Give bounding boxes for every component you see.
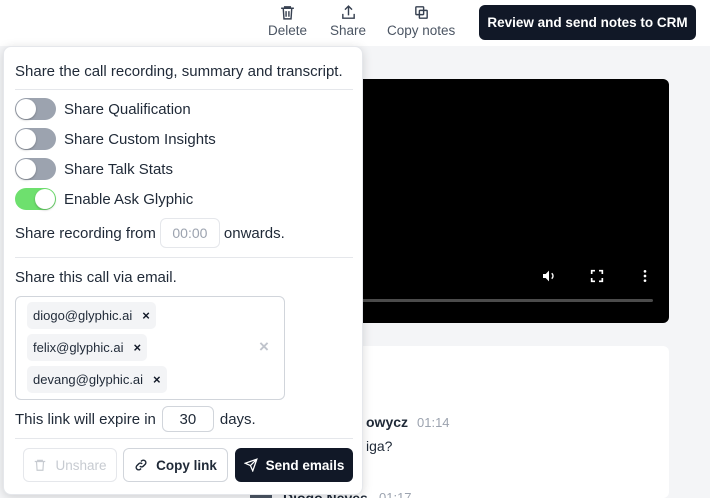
delete-button[interactable]: Delete — [268, 4, 307, 38]
volume-icon[interactable] — [541, 268, 557, 284]
toggle-label: Enable Ask Glyphic — [64, 190, 194, 208]
delete-label: Delete — [268, 23, 308, 38]
toggle-row-qualification[interactable]: Share Qualification — [15, 98, 191, 120]
divider — [15, 89, 353, 90]
trash-icon — [281, 6, 294, 20]
copy-icon — [414, 6, 428, 19]
share-custom-insights-toggle[interactable] — [15, 128, 56, 150]
copy-notes-label: Copy notes — [387, 23, 456, 38]
transcript-speaker-name: owycz — [366, 414, 409, 430]
enable-ask-glyphic-toggle[interactable] — [15, 188, 56, 210]
expire-days-input[interactable]: 30 — [161, 406, 214, 432]
email-chip: felix@glyphic.ai × — [27, 334, 148, 361]
email-chip-text: devang@glyphic.ai — [33, 372, 144, 387]
remove-email-icon[interactable]: × — [142, 308, 150, 323]
trash-icon — [35, 459, 46, 471]
transcript-timestamp[interactable]: 01:14 — [417, 415, 450, 430]
expire-suffix: days. — [219, 410, 256, 428]
copy-link-button[interactable]: Copy link — [123, 448, 228, 482]
send-emails-label: Send emails — [265, 457, 345, 473]
unshare-button[interactable]: Unshare — [23, 448, 117, 482]
copy-link-label: Copy link — [156, 457, 217, 473]
email-section-label: Share this call via email. — [15, 269, 177, 286]
transcript-timestamp-2[interactable]: 01:17 — [379, 490, 412, 498]
email-chip-text: felix@glyphic.ai — [33, 340, 124, 355]
expire-prefix: This link will expire in — [15, 410, 156, 428]
share-upload-icon — [341, 5, 355, 19]
unshare-label: Unshare — [55, 457, 107, 473]
remove-email-icon[interactable]: × — [134, 340, 142, 355]
toggle-label: Share Talk Stats — [64, 160, 173, 178]
toggle-row-talk-stats[interactable]: Share Talk Stats — [15, 158, 173, 180]
share-qualification-toggle[interactable] — [15, 98, 56, 120]
recording-start-time-input[interactable]: 00:00 — [159, 218, 220, 248]
share-button[interactable]: Share — [330, 4, 366, 38]
email-chip: diogo@glyphic.ai × — [27, 302, 156, 329]
clear-emails-icon[interactable]: × — [259, 337, 269, 357]
toggle-label: Share Qualification — [64, 100, 191, 118]
email-recipients-input[interactable]: diogo@glyphic.ai × felix@glyphic.ai × de… — [15, 296, 285, 400]
share-label: Share — [330, 23, 367, 38]
remove-email-icon[interactable]: × — [153, 372, 161, 387]
share-popover: Share the call recording, summary and tr… — [3, 46, 363, 495]
divider — [15, 257, 353, 258]
share-heading: Share the call recording, summary and tr… — [15, 63, 343, 80]
top-toolbar: Delete Share Copy notes Review and send … — [0, 0, 710, 46]
more-options-icon[interactable] — [637, 268, 653, 284]
toggle-label: Share Custom Insights — [64, 130, 216, 148]
share-talk-stats-toggle[interactable] — [15, 158, 56, 180]
link-expiry-row: This link will expire in 30 days. — [15, 406, 256, 432]
transcript-text: iga? — [366, 438, 393, 454]
video-player[interactable] — [350, 79, 669, 323]
send-icon — [243, 458, 258, 472]
video-progress-bar[interactable] — [350, 299, 653, 302]
toggle-row-custom-insights[interactable]: Share Custom Insights — [15, 128, 216, 150]
send-emails-button[interactable]: Send emails — [235, 448, 353, 482]
toggle-row-ask-glyphic[interactable]: Enable Ask Glyphic — [15, 188, 193, 210]
email-chip-text: diogo@glyphic.ai — [33, 308, 133, 323]
review-send-crm-button[interactable]: Review and send notes to CRM — [479, 5, 696, 40]
link-icon — [135, 459, 147, 471]
fullscreen-icon[interactable] — [589, 268, 605, 284]
recording-from-row: Share recording from 00:00 onwards. — [15, 218, 285, 248]
recording-from-suffix: onwards. — [223, 224, 285, 242]
email-chip: devang@glyphic.ai × — [27, 366, 167, 393]
copy-notes-button[interactable]: Copy notes — [387, 4, 455, 38]
recording-from-prefix: Share recording from — [15, 224, 156, 242]
divider — [15, 438, 353, 439]
